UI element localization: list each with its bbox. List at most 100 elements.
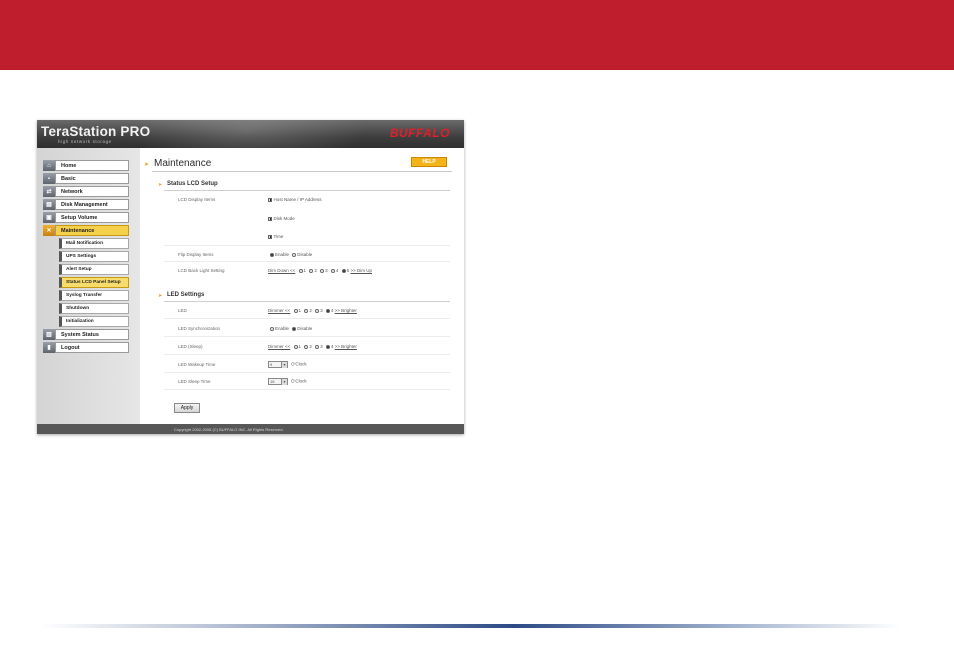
- sidebar-sub-ups-settings[interactable]: UPS Settings: [59, 251, 129, 262]
- section-divider: [164, 190, 450, 191]
- sleep-time-select[interactable]: 18 ▼: [268, 378, 288, 385]
- sleep-brighter-link[interactable]: >> Brighter: [335, 344, 357, 349]
- sync-disable-radio[interactable]: [292, 326, 297, 331]
- sleep-radio-1[interactable]: [293, 344, 298, 349]
- flip-display-label: Flip Display Items: [178, 252, 214, 257]
- sleep-level-label: 2: [309, 344, 312, 349]
- backlight-radio-4[interactable]: [330, 268, 335, 273]
- sidebar-item-label: Logout: [61, 344, 80, 351]
- bottom-gradient-rule: [40, 624, 900, 628]
- basic-icon: ▪: [43, 173, 56, 184]
- lcd-display-items-label: LCD Display Items: [178, 197, 216, 202]
- sidebar-sub-label: Status LCD Panel Setup: [66, 280, 121, 285]
- sidebar-item-system-status[interactable]: ▥ System Status: [43, 329, 129, 340]
- display-item-time[interactable]: Time: [268, 234, 283, 239]
- led-brighter-link[interactable]: >> Brighter: [335, 308, 357, 313]
- title-divider: [152, 171, 452, 172]
- app-header: TeraStation PRO high network storage BUF…: [37, 120, 464, 170]
- led-radio-2[interactable]: [304, 308, 309, 313]
- sleep-radio-4[interactable]: [325, 344, 330, 349]
- flip-enable-label: Enable: [275, 252, 290, 257]
- led-sleep-options: Dimmer << 1 2 3 4 >> Brighter: [268, 344, 357, 349]
- sidebar-sub-shutdown[interactable]: Shutdown: [59, 303, 129, 314]
- sidebar-sub-status-lcd-panel-setup[interactable]: Status LCD Panel Setup: [59, 277, 129, 288]
- backlight-radio-2[interactable]: [309, 268, 314, 273]
- sidebar-sub-mail-notification[interactable]: Mail Notification: [59, 238, 129, 249]
- sleep-time-label: LED Sleep Time: [178, 379, 211, 384]
- led-level-label: 1: [298, 308, 302, 313]
- sidebar-item-home[interactable]: ⌂ Home: [43, 160, 129, 171]
- flip-enable-radio[interactable]: [270, 252, 274, 257]
- sidebar-item-disk-management[interactable]: ▤ Disk Management: [43, 199, 129, 210]
- sync-enable-radio[interactable]: [270, 326, 274, 331]
- dim-down-link[interactable]: Dim Down <<: [268, 268, 295, 273]
- display-item-host[interactable]: Host Name / IP Address: [268, 197, 321, 202]
- backlight-radio-5[interactable]: [341, 268, 346, 273]
- sidebar-item-label: Disk Management: [61, 201, 108, 208]
- led-radio-3[interactable]: [315, 308, 320, 313]
- disk-mode-checkbox[interactable]: [268, 216, 272, 221]
- led-dimmer-link[interactable]: Dimmer <<: [268, 308, 290, 313]
- row-divider: [164, 354, 450, 355]
- sleep-dimmer-link[interactable]: Dimmer <<: [268, 344, 290, 349]
- backlight-options: Dim Down << 1 2 3 4 5 >> Dim Up: [268, 268, 372, 273]
- page-title: Maintenance: [154, 158, 212, 169]
- sidebar-item-label: Network: [61, 188, 83, 195]
- sleep-time-unit: O'Clock: [291, 378, 307, 384]
- apply-button[interactable]: Apply: [174, 403, 200, 413]
- logout-icon: ▮: [43, 342, 56, 353]
- sync-disable-label: Disable: [297, 326, 313, 331]
- sidebar-sub-label: Mail Notification: [66, 241, 104, 246]
- status-icon: ▥: [43, 329, 56, 340]
- backlight-level-label: 4: [335, 268, 339, 273]
- sleep-radio-3[interactable]: [315, 344, 320, 349]
- backlight-radio-1[interactable]: [298, 268, 303, 273]
- row-divider: [164, 261, 450, 262]
- sidebar-item-label: Basic: [61, 175, 76, 182]
- backlight-level-label: 2: [314, 268, 317, 273]
- chevron-down-icon: ▼: [281, 362, 287, 368]
- row-divider: [164, 245, 450, 246]
- disk-icon: ▤: [43, 199, 56, 210]
- volume-icon: ▣: [43, 212, 56, 223]
- row-divider: [164, 389, 450, 390]
- sidebar-sub-initialization[interactable]: Initialization: [59, 316, 129, 327]
- sidebar-sub-alert-setup[interactable]: Alert Setup: [59, 264, 129, 275]
- product-logo: TeraStation PRO: [41, 124, 151, 139]
- led-radio-4[interactable]: [325, 308, 330, 313]
- led-radio-1[interactable]: [293, 308, 298, 313]
- sidebar-sub-label: Syslog Transfer: [66, 293, 102, 298]
- display-item-disk-mode[interactable]: Disk Mode: [268, 216, 295, 221]
- flip-disable-radio[interactable]: [292, 252, 297, 257]
- sidebar-item-logout[interactable]: ▮ Logout: [43, 342, 129, 353]
- sidebar-item-setup-volume[interactable]: ▣ Setup Volume: [43, 212, 129, 223]
- sidebar-sub-syslog-transfer[interactable]: Syslog Transfer: [59, 290, 129, 301]
- section-heading-status-lcd: Status LCD Setup: [167, 181, 218, 187]
- row-divider: [164, 336, 450, 337]
- wakeup-time-select[interactable]: 9 ▼: [268, 361, 288, 368]
- backlight-radio-3[interactable]: [320, 268, 325, 273]
- led-sync-options: Enable Disable: [268, 326, 312, 331]
- sidebar-item-label: System Status: [61, 331, 99, 338]
- sleep-time-value: 18: [270, 379, 275, 384]
- disk-mode-checkbox-label: Disk Mode: [273, 216, 295, 221]
- sidebar-sub-label: Initialization: [66, 319, 94, 324]
- wakeup-time-value: 9: [270, 362, 273, 367]
- sleep-radio-2[interactable]: [304, 344, 309, 349]
- sidebar-item-basic[interactable]: ▪ Basic: [43, 173, 129, 184]
- dim-up-link[interactable]: >> Dim Up: [350, 268, 372, 273]
- host-checkbox[interactable]: [268, 197, 272, 202]
- time-checkbox[interactable]: [268, 234, 272, 239]
- title-arrow-icon: ➤: [144, 162, 150, 168]
- backlight-level-label: 3: [325, 268, 328, 273]
- brand-logo: BUFFALO: [389, 126, 450, 140]
- sync-enable-label: Enable: [275, 326, 290, 331]
- led-options: Dimmer << 1 2 3 4 >> Brighter: [268, 308, 357, 313]
- sidebar-item-network[interactable]: ⇄ Network: [43, 186, 129, 197]
- sidebar-item-maintenance[interactable]: ✕ Maintenance: [43, 225, 129, 236]
- sidebar-item-label: Setup Volume: [61, 214, 98, 221]
- host-checkbox-label: Host Name / IP Address: [273, 197, 322, 202]
- section-heading-led: LED Settings: [167, 292, 205, 298]
- help-button[interactable]: HELP: [411, 157, 447, 167]
- flip-disable-label: Disable: [297, 252, 313, 257]
